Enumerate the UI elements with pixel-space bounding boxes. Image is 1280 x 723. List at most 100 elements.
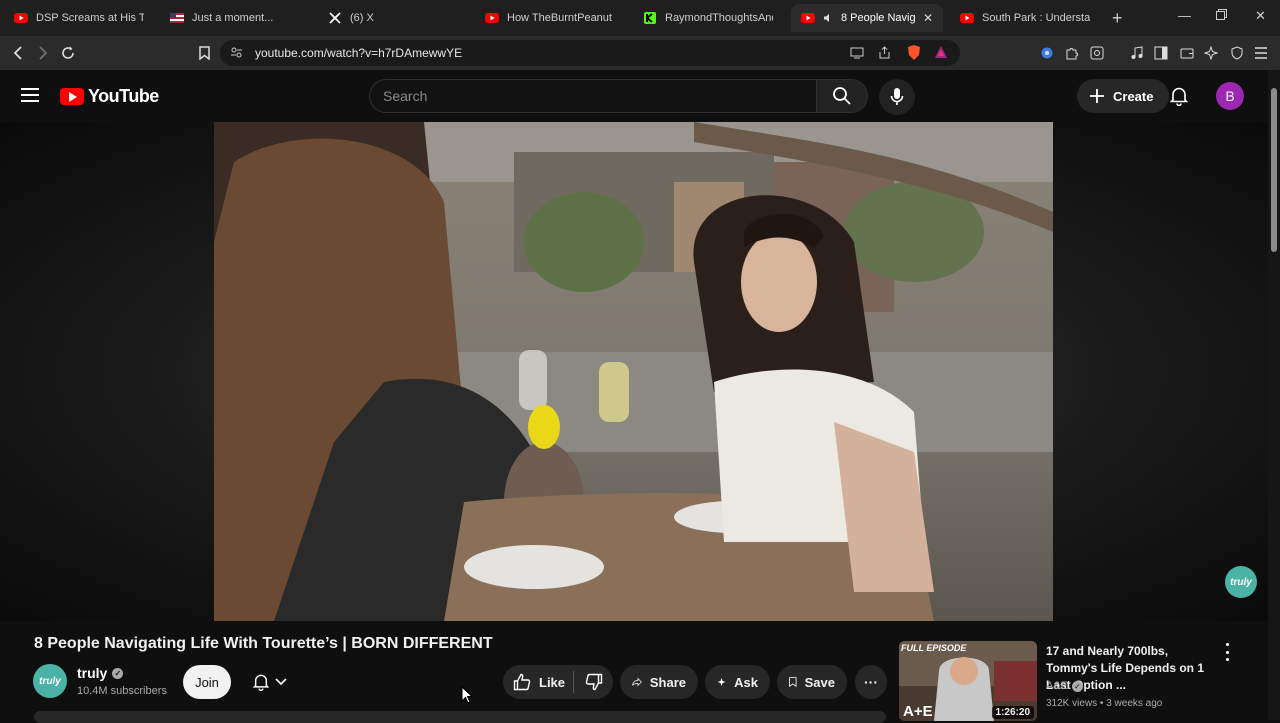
subscriber-count: 10.4M subscribers (77, 685, 167, 697)
share-icon (632, 677, 642, 687)
video-player[interactable] (214, 122, 1053, 621)
browser-tab-7[interactable]: South Park : Understandin (950, 4, 1100, 32)
scrollbar-thumb[interactable] (1271, 88, 1277, 252)
kick-icon (643, 11, 657, 25)
video-duration: 1:26:20 (991, 706, 1034, 719)
microphone-icon (890, 88, 904, 105)
mouse-cursor-icon (461, 685, 474, 709)
screenshot-icon[interactable] (1088, 44, 1106, 62)
brave-rewards-icon[interactable] (934, 45, 948, 64)
forward-icon[interactable] (34, 44, 52, 62)
address-bar[interactable]: youtube.com/watch?v=h7rDAmewwYE (220, 40, 960, 66)
vpn-shield-icon[interactable] (1228, 44, 1246, 62)
channel-avatar[interactable]: truly (33, 664, 67, 698)
tab-title: RaymondThoughtsAndMi (665, 12, 773, 24)
browser-tab-3[interactable]: (6) X (318, 4, 468, 32)
new-tab-icon[interactable]: + (1112, 8, 1123, 29)
share-button[interactable]: Share (620, 665, 698, 699)
sidebar-icon[interactable] (1152, 44, 1170, 62)
account-avatar[interactable]: B (1216, 82, 1244, 110)
youtube-icon (485, 11, 499, 25)
media-controls-icon[interactable] (1128, 44, 1146, 62)
cast-icon[interactable] (850, 46, 864, 64)
recommended-channel[interactable]: A&E ✓ (1046, 680, 1084, 692)
create-button[interactable]: Create (1077, 79, 1170, 113)
verified-check-icon: ✓ (112, 667, 124, 679)
more-actions-button[interactable]: ··· (855, 665, 887, 699)
save-bookmark-icon (789, 677, 797, 688)
youtube-logo[interactable]: YouTube (60, 86, 159, 107)
like-button[interactable]: Like (503, 673, 573, 691)
subscription-notifications-button[interactable] (240, 665, 300, 699)
full-episode-badge: FULL EPISODE (901, 643, 967, 653)
bookmark-icon[interactable] (195, 44, 213, 62)
menu-icon[interactable] (1252, 44, 1270, 62)
tab-title: (6) X (350, 12, 374, 24)
browser-tab-1[interactable]: DSP Screams at His TV as (4, 4, 154, 32)
video-title: 8 People Navigating Life With Tourette’s… (34, 635, 493, 652)
description-box[interactable] (34, 711, 886, 723)
youtube-icon (801, 11, 815, 25)
ask-button[interactable]: Ask (705, 665, 770, 699)
voice-search-button[interactable] (879, 79, 915, 115)
tab-title: Just a moment... (192, 12, 274, 24)
ae-logo: A+E (903, 703, 933, 720)
save-label: Save (804, 674, 835, 690)
youtube-icon (960, 11, 974, 25)
browser-tab-2[interactable]: Just a moment... (160, 4, 310, 32)
sparkle-icon (717, 678, 726, 686)
like-label: Like (539, 674, 566, 690)
close-window-icon[interactable]: ✕ (1255, 8, 1266, 24)
channel-watermark[interactable]: truly (1225, 566, 1257, 598)
like-dislike-group: Like (503, 665, 613, 699)
browser-toolbar: youtube.com/watch?v=h7rDAmewwYE (0, 36, 1280, 70)
chevron-down-icon (275, 678, 287, 686)
search-input[interactable] (383, 88, 783, 104)
youtube-masthead: YouTube Create B (0, 70, 1268, 122)
tab-title: How TheBurntPeanut Took (507, 12, 615, 24)
search-icon (833, 87, 851, 105)
leo-ai-icon[interactable] (1038, 44, 1056, 62)
url-text: youtube.com/watch?v=h7rDAmewwYE (255, 46, 463, 60)
video-frame (214, 122, 1053, 621)
verified-check-icon: ✓ (1072, 680, 1084, 692)
recommended-thumbnail[interactable]: FULL EPISODE A+E 1:26:20 (899, 641, 1037, 721)
channel-name-text: truly (77, 665, 108, 681)
browser-tab-5[interactable]: RaymondThoughtsAndMi (633, 4, 783, 32)
create-label: Create (1113, 88, 1154, 104)
search-box[interactable] (369, 79, 817, 113)
x-icon (328, 11, 342, 25)
plus-icon (1090, 89, 1104, 103)
minimize-icon[interactable]: — (1178, 8, 1191, 23)
wallet-icon[interactable] (1178, 44, 1196, 62)
dislike-button[interactable] (574, 673, 613, 691)
brave-shields-icon[interactable] (906, 44, 922, 66)
kebab-menu-icon[interactable] (1222, 643, 1232, 661)
join-button[interactable]: Join (183, 665, 231, 699)
recommended-meta: 312K views • 3 weeks ago (1046, 698, 1163, 709)
sparkle-icon[interactable] (1202, 44, 1220, 62)
bell-icon (253, 674, 269, 691)
back-icon[interactable] (9, 44, 27, 62)
youtube-icon (14, 11, 28, 25)
thumbs-down-icon (585, 673, 602, 691)
recommended-channel-name: A&E (1046, 680, 1069, 692)
tab-title: South Park : Understandin (982, 12, 1090, 24)
reload-icon[interactable] (59, 44, 77, 62)
browser-tab-active[interactable]: 8 People Navigatin ✕ (791, 4, 943, 32)
channel-name[interactable]: truly ✓ (77, 665, 124, 681)
close-tab-icon[interactable]: ✕ (923, 11, 933, 25)
browser-tab-bar: DSP Screams at His TV as Just a moment..… (0, 0, 1280, 36)
notifications-icon[interactable] (1169, 86, 1189, 111)
tab-title: 8 People Navigatin (841, 12, 915, 24)
site-settings-icon[interactable] (230, 46, 243, 64)
browser-tab-4[interactable]: How TheBurntPeanut Took (475, 4, 625, 32)
share-page-icon[interactable] (878, 46, 891, 64)
guide-menu-icon[interactable] (21, 88, 39, 102)
save-button[interactable]: Save (777, 665, 847, 699)
youtube-wordmark: YouTube (88, 86, 159, 106)
search-button[interactable] (816, 79, 868, 113)
restore-icon[interactable] (1216, 8, 1227, 23)
extensions-icon[interactable] (1063, 44, 1081, 62)
ask-label: Ask (734, 674, 758, 690)
